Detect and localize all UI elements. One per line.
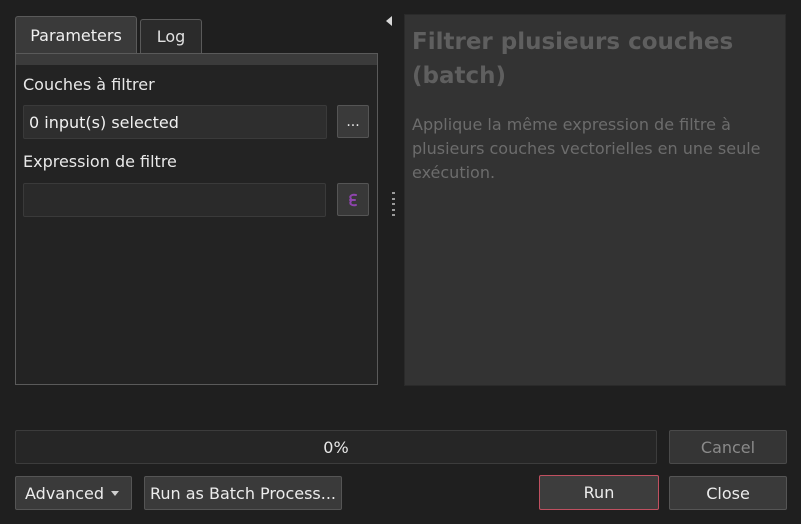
splitter-handle[interactable] bbox=[392, 192, 395, 216]
tab-parameters-label: Parameters bbox=[30, 25, 122, 45]
layers-input[interactable]: 0 input(s) selected bbox=[23, 105, 327, 139]
epsilon-expression-icon bbox=[349, 193, 357, 206]
cancel-button[interactable]: Cancel bbox=[669, 430, 787, 464]
select-layers-button[interactable]: ... bbox=[337, 105, 369, 138]
progress-label: 0% bbox=[323, 437, 349, 457]
run-as-batch-button-label: Run as Batch Process... bbox=[149, 483, 337, 503]
help-title: Filtrer plusieurs couches (batch) bbox=[412, 29, 734, 89]
collapse-help-arrow-icon[interactable] bbox=[386, 16, 392, 26]
expression-builder-button[interactable] bbox=[337, 183, 369, 216]
run-as-batch-button[interactable]: Run as Batch Process... bbox=[144, 476, 342, 510]
close-button-label: Close bbox=[706, 483, 750, 503]
cancel-button-label: Cancel bbox=[700, 437, 756, 457]
parameters-panel-header bbox=[16, 54, 377, 65]
select-layers-button-label: ... bbox=[346, 113, 360, 130]
progress-bar: 0% bbox=[15, 430, 657, 464]
algorithm-dialog: Parameters Log Couches à filtrer 0 input… bbox=[0, 0, 801, 524]
help-panel: Filtrer plusieurs couches (batch) Appliq… bbox=[404, 14, 786, 386]
help-description: Applique la même expression de filtre à … bbox=[412, 115, 761, 182]
run-button-label: Run bbox=[583, 483, 615, 502]
layers-label: Couches à filtrer bbox=[23, 75, 155, 94]
parameters-panel: Couches à filtrer 0 input(s) selected ..… bbox=[15, 53, 378, 385]
tab-parameters[interactable]: Parameters bbox=[15, 16, 137, 53]
advanced-button-label: Advanced bbox=[25, 483, 105, 503]
expression-label: Expression de filtre bbox=[23, 152, 177, 171]
run-button[interactable]: Run bbox=[539, 475, 659, 510]
advanced-button[interactable]: Advanced bbox=[15, 476, 132, 510]
expression-input[interactable] bbox=[23, 183, 326, 217]
tab-log-label: Log bbox=[156, 27, 186, 46]
tab-log[interactable]: Log bbox=[140, 19, 202, 53]
layers-input-value: 0 input(s) selected bbox=[29, 112, 179, 132]
close-button[interactable]: Close bbox=[669, 476, 787, 510]
chevron-down-icon bbox=[111, 490, 120, 496]
